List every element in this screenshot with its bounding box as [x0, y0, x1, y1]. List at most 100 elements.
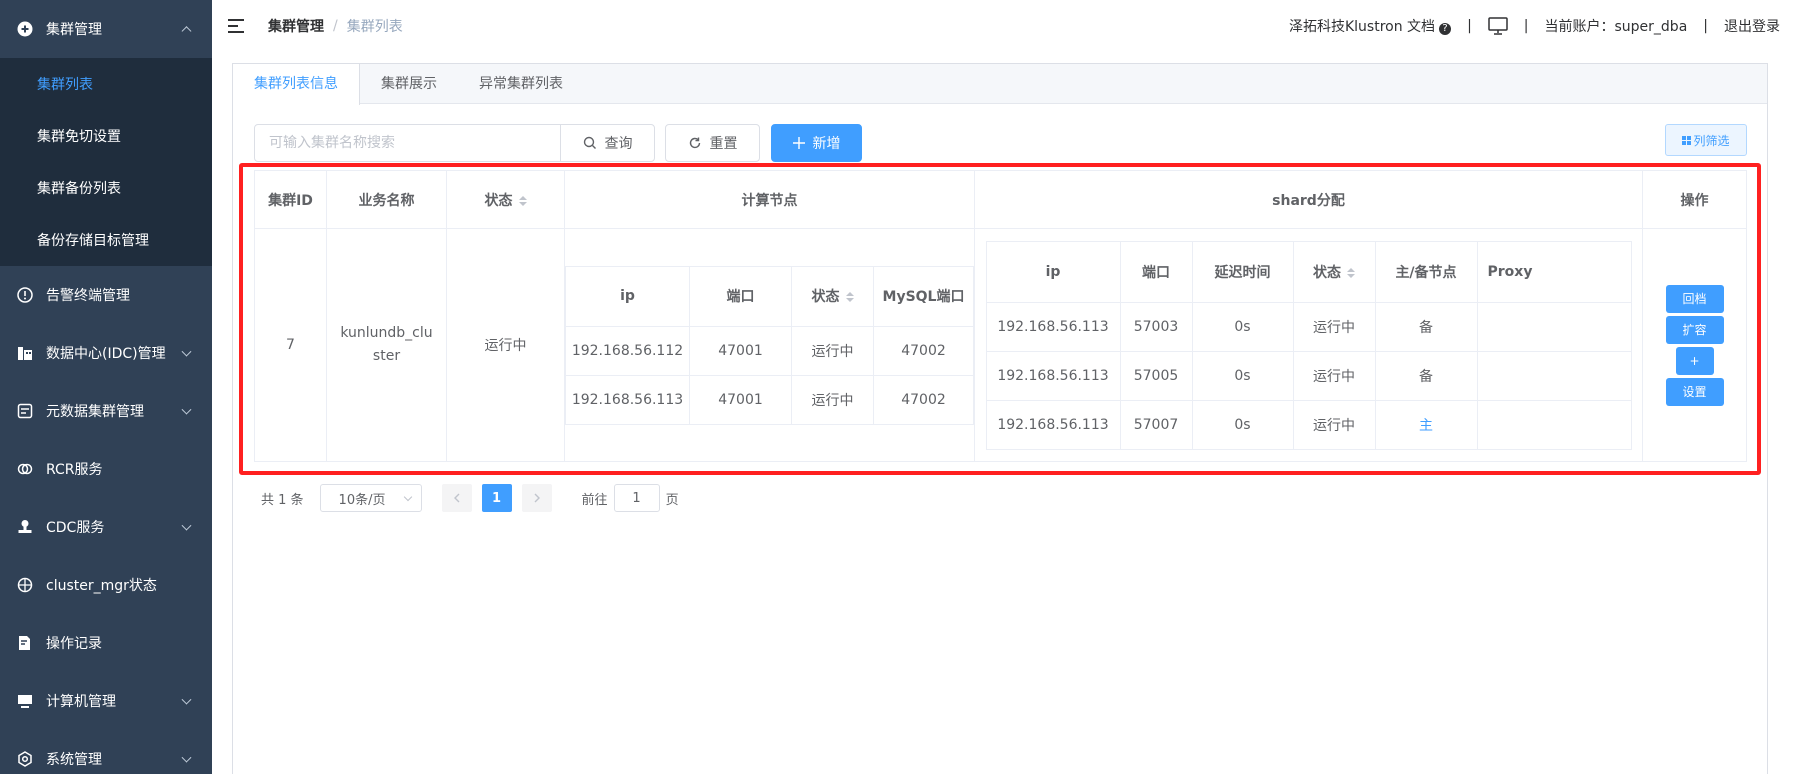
table-row: 7 kunlundb_cluster 运行中 ip 端口 状态 MySQL端口 … — [254, 228, 1747, 462]
sidebar: 集群管理 集群列表 集群免切设置 集群备份列表 备份存储目标管理 告警终端管理 … — [0, 0, 212, 774]
more-button[interactable]: + — [1675, 346, 1714, 375]
shard-delay: 0s — [1191, 301, 1294, 352]
pagination: 共 1 条 10条/页 1 前往 页 — [261, 484, 679, 512]
tab-abnormal-clusters[interactable]: 异常集群列表 — [458, 64, 584, 103]
column-filter-label: 列筛选 — [1693, 133, 1730, 148]
plus-icon — [792, 137, 805, 149]
compute-row: 192.168.56.113 47001 运行中 47002 — [565, 374, 974, 425]
next-page-button[interactable] — [521, 484, 552, 512]
edit-doc-icon — [16, 634, 34, 652]
page-number[interactable]: 1 — [481, 484, 512, 512]
header-separator: | — [1523, 18, 1529, 34]
menu-cluster-management[interactable]: 集群管理 — [0, 0, 212, 58]
monitor-icon[interactable] — [1488, 17, 1508, 35]
toolbar: 查询 重置 新增 — [254, 124, 862, 162]
menu-metadata-cluster[interactable]: 元数据集群管理 — [0, 382, 212, 440]
menu-idc-management[interactable]: 数据中心(IDC)管理 — [0, 324, 212, 382]
prev-page-button[interactable] — [441, 484, 472, 512]
sidebar-item-failover-settings[interactable]: 集群免切设置 — [0, 110, 212, 162]
compute-nodes-table: ip 端口 状态 MySQL端口 192.168.56.112 47001 运行… — [565, 265, 974, 425]
page-size-select[interactable]: 10条/页 — [319, 484, 422, 512]
query-button[interactable]: 查询 — [560, 124, 655, 162]
cell-business-name: kunlundb_cluster — [326, 228, 447, 462]
search-input[interactable] — [254, 124, 561, 162]
sidebar-item-backup-storage[interactable]: 备份存储目标管理 — [0, 214, 212, 266]
docs-link[interactable]: 泽拓科技Klustron 文档? — [1289, 16, 1452, 36]
breadcrumb-home[interactable]: 集群管理 — [268, 16, 324, 36]
compute-mysql-port: 47002 — [873, 374, 974, 425]
shard-header-status[interactable]: 状态 — [1292, 240, 1376, 303]
menu-label: 计算机管理 — [46, 694, 116, 710]
tabs-bar: 集群列表信息 集群展示 异常集群列表 — [233, 64, 1767, 105]
sort-icon[interactable] — [845, 292, 854, 302]
add-cluster-button[interactable]: 新增 — [771, 124, 862, 162]
menu-label: cluster_mgr状态 — [46, 578, 157, 594]
column-filter-button[interactable]: 列筛选 — [1665, 124, 1747, 156]
shard-ip: 192.168.56.113 — [985, 399, 1121, 450]
shard-role: 主 — [1374, 399, 1478, 450]
compute-row: 192.168.56.112 47001 运行中 47002 — [565, 325, 974, 376]
menu-label: 系统管理 — [46, 752, 102, 768]
shard-header-port: 端口 — [1119, 240, 1193, 303]
sort-icon[interactable] — [518, 195, 527, 206]
header-status[interactable]: 状态 — [446, 170, 565, 229]
menu-rcr-service[interactable]: RCR服务 — [0, 440, 212, 498]
header-operations: 操作 — [1642, 170, 1747, 229]
menu-operation-log[interactable]: 操作记录 — [0, 614, 212, 672]
sidebar-item-cluster-list[interactable]: 集群列表 — [0, 58, 212, 110]
rollback-button[interactable]: 回档 — [1665, 284, 1724, 313]
shard-header-row: ip 端口 延迟时间 状态 主/备节点 Proxy — [985, 240, 1632, 303]
compute-status: 运行中 — [791, 325, 874, 376]
goto-page-input[interactable] — [613, 484, 660, 512]
menu-toggle-icon[interactable] — [228, 18, 246, 34]
logout-link[interactable]: 退出登录 — [1724, 16, 1780, 36]
settings-button[interactable]: 设置 — [1665, 377, 1724, 406]
shard-header-role: 主/备节点 — [1374, 240, 1478, 303]
tab-cluster-list-info[interactable]: 集群列表信息 — [233, 64, 360, 105]
query-label: 查询 — [604, 136, 633, 152]
shard-ip: 192.168.56.113 — [985, 350, 1121, 401]
expand-button[interactable]: 扩容 — [1665, 315, 1724, 344]
cell-operations: 回档 扩容 + 设置 — [1642, 228, 1747, 462]
shard-row: 192.168.56.113 57007 0s 运行中 主 — [985, 399, 1632, 450]
shard-status: 运行中 — [1292, 301, 1376, 352]
shard-port: 57007 — [1119, 399, 1193, 450]
sort-icon[interactable] — [1347, 267, 1355, 278]
menu-label: RCR服务 — [46, 462, 103, 478]
shard-delay: 0s — [1191, 399, 1294, 450]
sidebar-item-backup-list[interactable]: 集群备份列表 — [0, 162, 212, 214]
shard-delay: 0s — [1191, 350, 1294, 401]
menu-system-management[interactable]: 系统管理 — [0, 730, 212, 774]
header-separator: | — [1467, 18, 1472, 34]
header-shard: shard分配 — [974, 170, 1643, 229]
menu-cdc-service[interactable]: CDC服务 — [0, 498, 212, 556]
cell-shard-allocation: ip 端口 延迟时间 状态 主/备节点 Proxy 192.168.56.113… — [974, 228, 1643, 462]
monitor-icon — [16, 692, 34, 710]
shard-role: 备 — [1374, 301, 1478, 352]
help-icon: ? — [1439, 23, 1452, 35]
menu-alarm-terminal[interactable]: 告警终端管理 — [0, 266, 212, 324]
compute-header-mysql-port: MySQL端口 — [873, 265, 974, 327]
reset-button[interactable]: 重置 — [665, 124, 760, 162]
menu-label: 告警终端管理 — [46, 288, 130, 304]
compute-header-status[interactable]: 状态 — [791, 265, 874, 327]
goto-label: 前往 — [581, 492, 608, 508]
shard-header-delay: 延迟时间 — [1191, 240, 1294, 303]
page-suffix: 页 — [665, 492, 679, 508]
compute-status: 运行中 — [791, 374, 874, 425]
compute-port: 47001 — [689, 374, 792, 425]
cell-status: 运行中 — [446, 228, 565, 462]
compute-port: 47001 — [689, 325, 792, 376]
chevron-right-icon — [534, 493, 540, 503]
chevron-down-icon — [181, 346, 192, 357]
menu-cluster-mgr-status[interactable]: cluster_mgr状态 — [0, 556, 212, 614]
plus-circle-icon — [16, 20, 34, 38]
tab-cluster-display[interactable]: 集群展示 — [360, 64, 458, 103]
menu-computer-management[interactable]: 计算机管理 — [0, 672, 212, 730]
operations-group: 回档 扩容 + 设置 — [1643, 284, 1746, 406]
compute-header-ip: ip — [565, 265, 690, 327]
page-size-value: 10条/页 — [338, 492, 386, 508]
shard-port: 57005 — [1119, 350, 1193, 401]
shard-header-proxy: Proxy — [1476, 240, 1632, 303]
menu-label: 操作记录 — [46, 636, 102, 652]
